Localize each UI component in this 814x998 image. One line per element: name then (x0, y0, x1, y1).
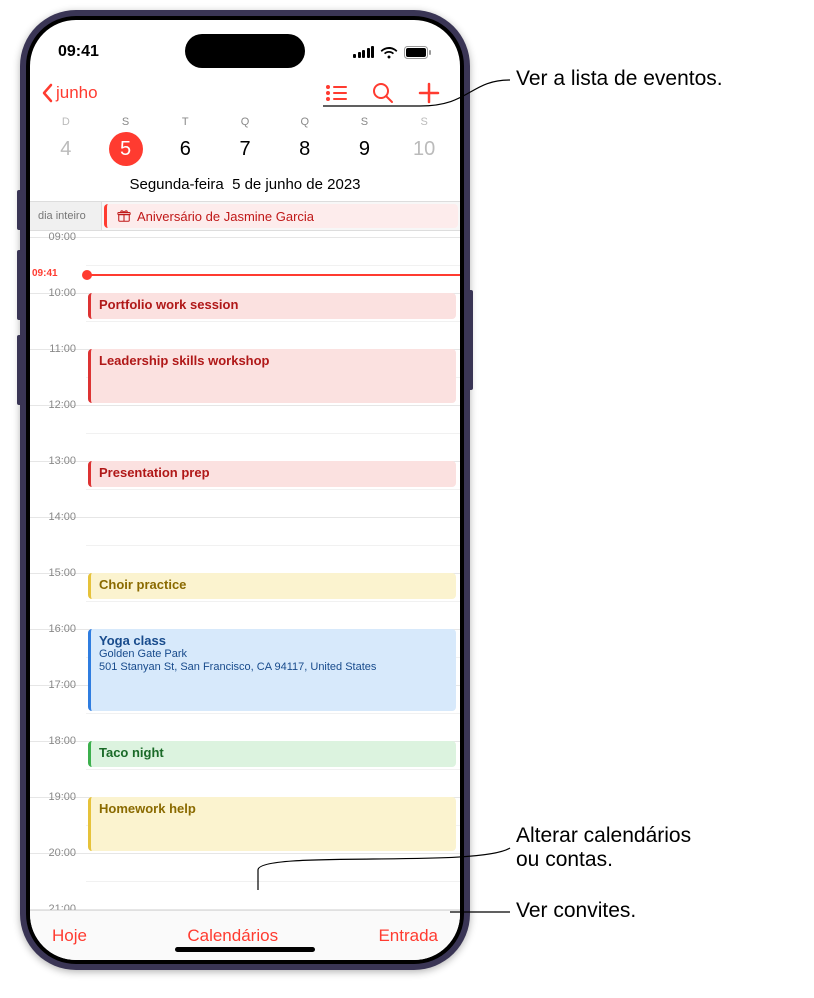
search-button[interactable] (362, 75, 404, 111)
day-number: 4 (49, 132, 83, 166)
hour-label: 19:00 (34, 791, 82, 803)
event-title: Leadership skills workshop (99, 353, 448, 368)
calendar-event[interactable]: Yoga classGolden Gate Park501 Stanyan St… (88, 629, 456, 711)
back-label: junho (56, 83, 98, 103)
event-title: Portfolio work session (99, 297, 448, 312)
half-hour-gridline (86, 265, 460, 266)
date-line: Segunda-feira 5 de junho de 2023 (30, 176, 460, 201)
back-button[interactable]: junho (34, 79, 104, 107)
half-hour-gridline (86, 545, 460, 546)
week-dow-row: DSTQQSS (30, 114, 460, 128)
day-cell[interactable]: 9 (335, 132, 395, 166)
callout-line2: ou contas. (516, 848, 613, 871)
day-cell[interactable]: 10 (394, 132, 454, 166)
plus-icon (418, 82, 440, 104)
week-days-row: 456789 10 (30, 128, 460, 176)
list-icon (325, 83, 349, 103)
day-cell[interactable]: 6 (155, 132, 215, 166)
half-hour-gridline (86, 321, 460, 322)
bottom-toolbar: Hoje Calendários Entrada (30, 910, 460, 960)
event-address: 501 Stanyan St, San Francisco, CA 94117,… (99, 661, 448, 674)
event-title: Choir practice (99, 577, 448, 592)
today-button[interactable]: Hoje (52, 926, 87, 946)
hour-label: 09:00 (34, 231, 82, 243)
calendar-event[interactable]: Homework help (88, 797, 456, 851)
day-cell[interactable]: 7 (215, 132, 275, 166)
calendar-event[interactable]: Portfolio work session (88, 293, 456, 319)
now-bar (86, 274, 460, 276)
all-day-event[interactable]: Aniversário de Jasmine Garcia (104, 204, 458, 228)
half-hour-gridline (86, 433, 460, 434)
all-day-event-title: Aniversário de Jasmine Garcia (137, 209, 314, 224)
event-location: Golden Gate Park (99, 648, 448, 661)
search-icon (372, 82, 394, 104)
cellular-icon (353, 46, 374, 58)
hour-label: 20:00 (34, 847, 82, 859)
hour-label: 21:00 (34, 903, 82, 910)
calendar-event[interactable]: Choir practice (88, 573, 456, 599)
hour-label: 16:00 (34, 623, 82, 635)
callout-invites: Ver convites. (516, 899, 636, 923)
chevron-left-icon (40, 83, 54, 103)
dow-label: S (394, 116, 454, 128)
callout-events-list: Ver a lista de eventos. (516, 67, 723, 91)
status-time: 09:41 (58, 43, 99, 61)
wifi-icon (380, 46, 398, 59)
calendar-event[interactable]: Taco night (88, 741, 456, 767)
hour-label: 18:00 (34, 735, 82, 747)
event-title: Taco night (99, 745, 448, 760)
add-event-button[interactable] (408, 75, 450, 111)
half-hour-gridline (86, 713, 460, 714)
list-view-button[interactable] (316, 75, 358, 111)
battery-icon (404, 46, 432, 59)
hour-label: 17:00 (34, 679, 82, 691)
hour-label: 15:00 (34, 567, 82, 579)
calendar-event[interactable]: Presentation prep (88, 461, 456, 487)
calendars-button[interactable]: Calendários (187, 926, 278, 946)
gift-icon (117, 209, 131, 223)
day-number: 6 (168, 132, 202, 166)
dow-label: D (36, 116, 96, 128)
half-hour-gridline (86, 769, 460, 770)
hour-label: 12:00 (34, 399, 82, 411)
event-title: Homework help (99, 801, 448, 816)
half-hour-gridline (86, 881, 460, 882)
now-time-label: 09:41 (32, 268, 60, 279)
callout-line1: Alterar calendários (516, 824, 691, 847)
hour-label: 11:00 (34, 343, 82, 355)
day-cell[interactable]: 5 (96, 132, 156, 166)
half-hour-gridline (86, 601, 460, 602)
date-line-date: 5 de junho de 2023 (232, 176, 360, 193)
dow-label: Q (215, 116, 275, 128)
all-day-label: dia inteiro (30, 202, 102, 230)
all-day-row: dia inteiro Aniversário de Jasmine Garci… (30, 201, 460, 231)
event-title: Yoga class (99, 633, 448, 648)
calendar-event[interactable]: Leadership skills workshop (88, 349, 456, 403)
day-number: 8 (288, 132, 322, 166)
day-cell[interactable]: 4 (36, 132, 96, 166)
dow-label: Q (275, 116, 335, 128)
hour-label: 13:00 (34, 455, 82, 467)
half-hour-gridline (86, 489, 460, 490)
nav-header: junho (30, 72, 460, 114)
inbox-button[interactable]: Entrada (378, 926, 438, 946)
hour-label: 10:00 (34, 287, 82, 299)
day-number: 5 (109, 132, 143, 166)
hour-label: 14:00 (34, 511, 82, 523)
hour-gridline: 21:00 (30, 909, 460, 910)
date-line-dow: Segunda-feira (129, 176, 223, 193)
callout-change-calendars: Alterar calendários ou contas. (516, 824, 691, 872)
timeline[interactable]: 09:00 10:00 11:00 12:00 13:00 14:00 15:00 16:00… (30, 231, 460, 910)
dow-label: T (155, 116, 215, 128)
day-number: 9 (347, 132, 381, 166)
event-title: Presentation prep (99, 465, 448, 480)
home-indicator (175, 947, 315, 952)
dow-label: S (96, 116, 156, 128)
day-number: 7 (228, 132, 262, 166)
day-number: 10 (407, 132, 441, 166)
dow-label: S (335, 116, 395, 128)
day-cell[interactable]: 8 (275, 132, 335, 166)
